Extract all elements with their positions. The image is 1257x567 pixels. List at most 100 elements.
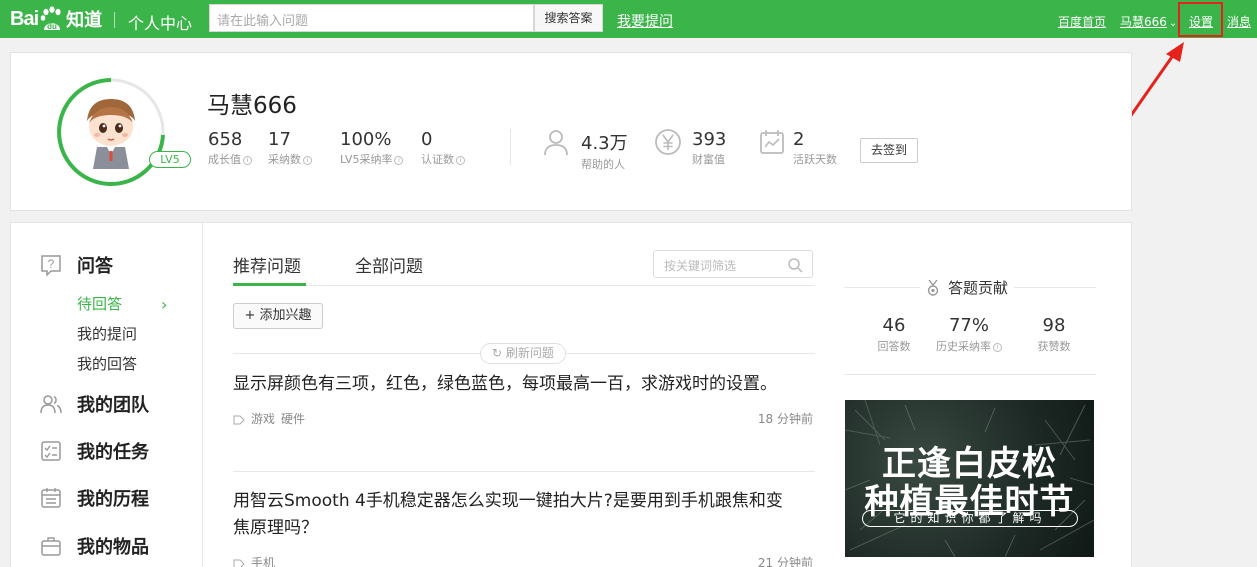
stat-growth: 658 成长值 i xyxy=(208,129,252,167)
sidebar-item-qa[interactable]: ? 问答 xyxy=(39,252,113,278)
top-nav-bar: Bai du 知道 个人中心 请在此输入问题 搜索答案 我要提问 百度首页 马慧… xyxy=(0,0,1257,38)
logo-divider xyxy=(114,12,115,28)
team-icon xyxy=(40,395,62,414)
avatar[interactable] xyxy=(71,93,151,173)
left-sidebar: ? 问答 待回答 › 我的提问 我的回答 我的团队 我的任务 我的历程 我的物品 xyxy=(11,223,203,567)
chevron-right-icon: › xyxy=(161,295,168,314)
contrib-stat-likes: 98 获赞数 xyxy=(1029,315,1079,354)
ad-tagline: 它的知识你都了解吗 xyxy=(862,510,1078,527)
stat-label: LV5采纳率 xyxy=(340,153,393,166)
question-tag[interactable]: 硬件 xyxy=(281,412,305,426)
tab-divider xyxy=(233,285,815,286)
refresh-questions-button[interactable]: ↻ 刷新问题 xyxy=(480,343,566,364)
yen-icon xyxy=(655,129,681,155)
ask-question-link[interactable]: 我要提问 xyxy=(617,11,673,31)
add-interest-button[interactable]: + 添加兴趣 xyxy=(233,303,323,329)
stat-label: 采纳数 xyxy=(268,153,301,166)
pine-tree-ad-banner[interactable]: 正逢白皮松 种植最佳时节 它的知识你都了解吗 xyxy=(845,400,1094,557)
stat-label: 财富值 xyxy=(692,153,725,166)
calendar-icon xyxy=(760,130,784,154)
level-badge: LV5 xyxy=(149,151,191,168)
search-input[interactable]: 请在此输入问题 xyxy=(209,4,534,32)
active-tab-indicator xyxy=(233,283,306,286)
search-icon[interactable] xyxy=(787,257,803,273)
tag-icon xyxy=(233,415,245,424)
stat-value: 100% xyxy=(340,129,392,150)
info-icon[interactable]: i xyxy=(303,155,312,165)
contribution-bottom-divider xyxy=(844,374,1096,375)
stat-label: 活跃天数 xyxy=(793,153,837,166)
question-bubble-icon: ? xyxy=(41,255,61,277)
profile-username: 马慧666 xyxy=(207,93,297,119)
sidebar-item-label: 我的任务 xyxy=(77,442,149,463)
question-meta: 手机 21 分钟前 xyxy=(233,554,815,567)
sidebar-subitem-my-questions[interactable]: 我的提问 xyxy=(77,323,137,344)
chevron-down-icon: ⌄ xyxy=(1168,18,1178,29)
stat-value: 393 xyxy=(692,129,727,150)
stat-adoption-rate: 100% LV5采纳率 i xyxy=(340,129,404,167)
sidebar-item-tasks[interactable]: 我的任务 xyxy=(39,438,149,464)
info-icon[interactable]: i xyxy=(456,155,465,165)
info-icon[interactable]: i xyxy=(394,155,404,165)
question-meta: 游戏 硬件 18 分钟前 xyxy=(233,410,815,426)
info-icon[interactable]: i xyxy=(993,342,1002,352)
tag-icon xyxy=(233,559,245,567)
section-title[interactable]: 个人中心 xyxy=(128,10,192,34)
stat-value: 98 xyxy=(1042,315,1066,336)
briefcase-icon xyxy=(41,537,61,556)
stat-value: 658 xyxy=(208,129,243,150)
stat-label: 历史采纳率 xyxy=(936,340,991,353)
baidu-paw-icon: du xyxy=(39,6,65,32)
question-item[interactable]: 用智云Smooth 4手机稳定器怎么实现一键拍大片?是要用到手机跟焦和变焦原理吗… xyxy=(233,488,815,567)
stat-value: 46 xyxy=(882,315,906,336)
sidebar-item-label: 我的历程 xyxy=(77,489,149,510)
stat-certified: 0 认证数 i xyxy=(421,129,465,167)
tab-all-questions[interactable]: 全部问题 xyxy=(355,252,423,277)
sidebar-item-team[interactable]: 我的团队 xyxy=(39,391,149,417)
stat-adopted: 17 采纳数 i xyxy=(268,129,312,167)
stat-label: 获赞数 xyxy=(1037,340,1071,353)
stat-label: 帮助的人 xyxy=(581,158,625,171)
stat-value: 77% xyxy=(948,315,989,336)
question-time: 18 分钟前 xyxy=(757,412,813,426)
sidebar-item-label: 我的团队 xyxy=(77,395,149,416)
question-feed: 推荐问题 全部问题 按关键词筛选 + 添加兴趣 ↻ 刷新问题 显示屏颜色有三项，… xyxy=(233,223,815,567)
nav-messages-link[interactable]: 消息 xyxy=(1227,13,1251,30)
tab-recommended[interactable]: 推荐问题 xyxy=(233,252,301,277)
nav-baidu-home-link[interactable]: 百度首页 xyxy=(1058,13,1106,30)
baidu-zhidao-logo[interactable]: Bai du 知道 xyxy=(10,4,102,34)
sidebar-item-items[interactable]: 我的物品 xyxy=(39,533,149,559)
info-icon[interactable]: i xyxy=(243,155,252,165)
profile-card: LV5 马慧666 658 成长值 i 17 采纳数 i 100% LV5采纳率 i … xyxy=(10,52,1132,211)
question-tag[interactable]: 游戏 xyxy=(251,412,275,426)
medal-icon xyxy=(927,279,939,296)
stat-value: 0 xyxy=(421,129,433,150)
settings-highlight-box xyxy=(1178,2,1223,37)
stat-active-days: 2 活跃天数 xyxy=(793,129,837,167)
sidebar-subitem-my-answers[interactable]: 我的回答 xyxy=(77,353,137,374)
search-button[interactable]: 搜索答案 xyxy=(534,4,603,32)
refresh-icon: ↻ xyxy=(492,346,506,360)
sign-in-button[interactable]: 去签到 xyxy=(860,138,918,163)
stat-value: 4.3万 xyxy=(581,133,628,154)
stat-label: 认证数 xyxy=(421,153,454,166)
question-divider xyxy=(233,471,815,472)
stats-divider xyxy=(510,129,511,165)
main-content-card: ? 问答 待回答 › 我的提问 我的回答 我的团队 我的任务 我的历程 我的物品… xyxy=(10,222,1132,567)
question-item[interactable]: 显示屏颜色有三项，红色，绿色蓝色，每项最高一百，求游戏时的设置。 游戏 硬件 18… xyxy=(233,371,815,426)
nav-username: 马慧666 xyxy=(1120,15,1167,29)
sidebar-subitem-pending[interactable]: 待回答 xyxy=(77,293,122,314)
nav-user-menu[interactable]: 马慧666 ⌄ xyxy=(1120,13,1177,30)
sidebar-item-history[interactable]: 我的历程 xyxy=(39,485,149,511)
refresh-label: 刷新问题 xyxy=(505,346,554,360)
stat-value: 17 xyxy=(268,129,291,150)
keyword-filter-input[interactable]: 按关键词筛选 xyxy=(653,250,813,278)
stat-label: 成长值 xyxy=(208,153,241,166)
stat-label: 回答数 xyxy=(877,340,911,353)
right-panel: 答题贡献 46 回答数 77% 历史采纳率 i 98 获赞数 正逢白皮松 种植最… xyxy=(844,223,1096,567)
question-title[interactable]: 用智云Smooth 4手机稳定器怎么实现一键拍大片?是要用到手机跟焦和变焦原理吗… xyxy=(233,488,793,542)
question-title[interactable]: 显示屏颜色有三项，红色，绿色蓝色，每项最高一百，求游戏时的设置。 xyxy=(233,371,793,398)
logo-text-bai: Bai xyxy=(10,7,39,30)
contribution-title: 答题贡献 xyxy=(948,279,1009,297)
question-tag[interactable]: 手机 xyxy=(251,556,275,567)
